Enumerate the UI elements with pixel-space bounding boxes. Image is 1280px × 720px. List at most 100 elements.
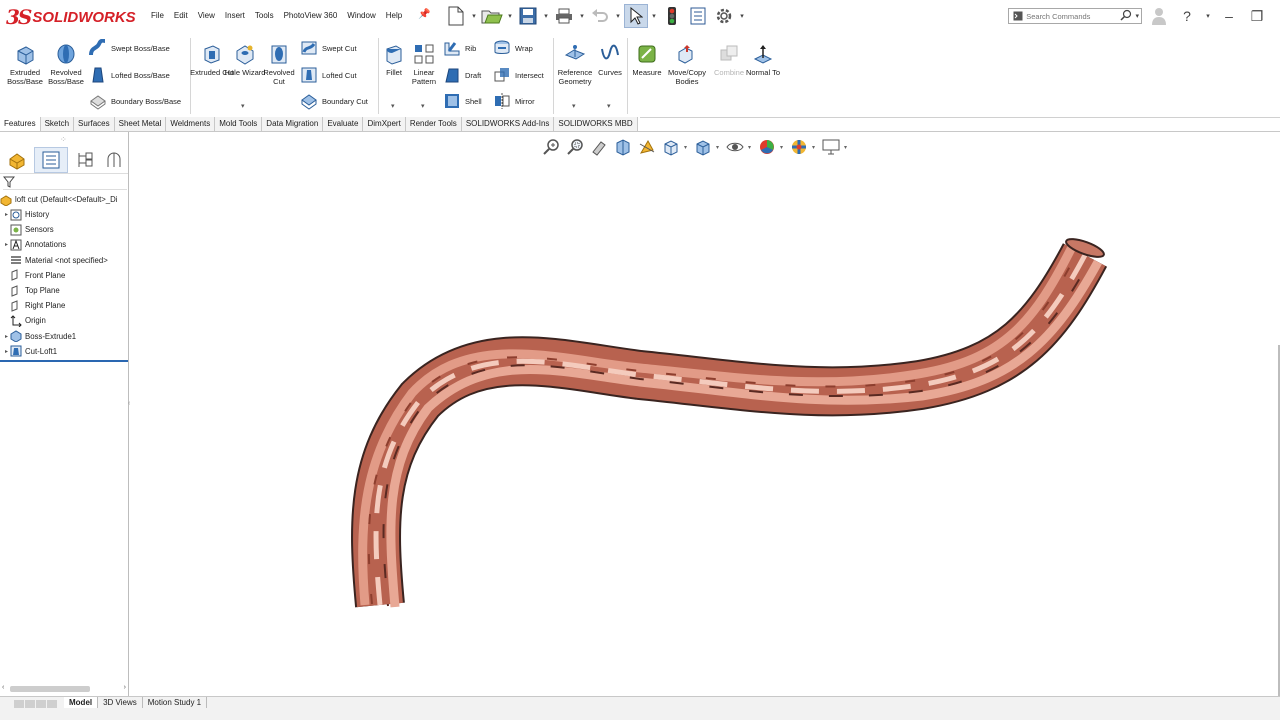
open-folder-icon[interactable] [480,4,504,28]
curves-dropdown-icon[interactable]: ▾ [607,102,611,110]
help-icon[interactable]: ? [1176,5,1198,27]
tree-item-origin[interactable]: Origin [0,313,128,328]
filter-icon[interactable] [2,176,16,188]
tree-item-cut-loft1[interactable]: ▸ Cut-Loft1 [0,344,128,359]
tree-item-sensors[interactable]: Sensors [0,222,128,237]
tab-sheet-metal[interactable]: Sheet Metal [114,117,167,132]
tab-weldments[interactable]: Weldments [166,117,216,132]
tree-horizontal-scrollbar[interactable]: ‹ › [2,684,126,694]
minimize-icon[interactable]: – [1218,5,1240,27]
menu-help[interactable]: Help [381,9,407,22]
revolved-boss-button[interactable]: Revolved Boss/Base [44,42,88,86]
linear-pattern-button[interactable]: Linear Pattern [402,42,446,86]
save-dropdown-icon[interactable]: ▾ [542,12,550,20]
scroll-right-icon[interactable]: › [124,684,126,691]
options-gear-icon[interactable] [712,4,736,28]
tab-evaluate[interactable]: Evaluate [323,117,364,132]
close-icon[interactable]: ✕ [1274,5,1280,27]
feature-manager-tab-icon[interactable] [0,147,34,173]
lofted-cut-button[interactable]: Lofted Cut [299,65,357,85]
tab-motion-study-1[interactable]: Motion Study 1 [142,697,208,708]
swept-boss-button[interactable]: Swept Boss/Base [88,38,170,58]
new-document-icon[interactable] [444,4,468,28]
open-dropdown-icon[interactable]: ▾ [506,12,514,20]
property-manager-tab-icon[interactable] [34,146,68,173]
expand-icon[interactable]: ▸ [3,241,10,248]
tab-mbd[interactable]: SOLIDWORKS MBD [554,117,638,132]
search-dropdown-icon[interactable]: ▾ [1133,12,1141,20]
graphics-area[interactable] [130,132,1280,696]
select-cursor-icon[interactable] [624,4,648,28]
shell-button[interactable]: Shell [442,91,482,111]
user-account-icon[interactable] [1148,5,1170,27]
menu-file[interactable]: File [146,9,169,22]
tree-root[interactable]: loft cut (Default<<Default>_Di [0,192,128,207]
configuration-manager-tab-icon[interactable] [68,147,102,173]
twisted-wire-model[interactable] [130,132,1280,696]
tree-item-annotations[interactable]: ▸ Annotations [0,237,128,252]
search-icon[interactable] [1120,9,1133,23]
tree-item-boss-extrude1[interactable]: ▸ Boss-Extrude1 [0,329,128,344]
normal-to-button[interactable]: Normal To [741,42,785,77]
tree-item-right-plane[interactable]: Right Plane [0,298,128,313]
file-properties-icon[interactable] [686,4,710,28]
scrollbar-thumb[interactable] [10,686,90,692]
search-scope-icon[interactable] [1011,9,1024,23]
restore-icon[interactable]: ❐ [1246,5,1268,27]
pin-menu-icon[interactable]: 📌 [418,9,430,20]
tab-render-tools[interactable]: Render Tools [405,117,462,132]
wrap-button[interactable]: Wrap [492,38,533,58]
prev-tab-icon[interactable] [25,700,35,708]
tab-surfaces[interactable]: Surfaces [74,117,115,132]
expand-icon[interactable]: ▸ [3,333,10,340]
rollback-bar[interactable] [0,360,128,362]
intersect-button[interactable]: Intersect [492,65,544,85]
menu-edit[interactable]: Edit [169,9,193,22]
menu-window[interactable]: Window [342,9,380,22]
move-copy-bodies-button[interactable]: Move/Copy Bodies [665,42,709,86]
tree-item-top-plane[interactable]: Top Plane [0,283,128,298]
tab-model[interactable]: Model [64,697,99,708]
tab-features[interactable]: Features [0,117,41,132]
mirror-button[interactable]: Mirror [492,91,535,111]
fillet-dropdown-icon[interactable]: ▾ [391,102,395,110]
pattern-dropdown-icon[interactable]: ▾ [421,102,425,110]
undo-dropdown-icon[interactable]: ▾ [614,12,622,20]
undo-icon[interactable] [588,4,612,28]
menu-view[interactable]: View [193,9,220,22]
tab-data-migration[interactable]: Data Migration [262,117,324,132]
solidworks-logo[interactable]: 3S SOLIDWORKS [6,4,136,30]
boundary-cut-button[interactable]: Boundary Cut [299,91,368,111]
tree-item-material[interactable]: Material <not specified> [0,253,128,268]
tab-dimxpert[interactable]: DimXpert [363,117,406,132]
first-tab-icon[interactable] [14,700,24,708]
pane-grip-icon[interactable]: ⁘ [60,135,67,144]
menu-insert[interactable]: Insert [220,9,250,22]
menu-tools[interactable]: Tools [250,9,279,22]
draft-button[interactable]: Draft [442,65,481,85]
expand-icon[interactable]: ▸ [3,348,10,355]
tree-item-front-plane[interactable]: Front Plane [0,268,128,283]
help-dropdown-icon[interactable]: ▾ [1204,12,1212,20]
tree-item-history[interactable]: ▸ History [0,207,128,222]
menu-photoview[interactable]: PhotoView 360 [279,9,343,22]
tab-3d-views[interactable]: 3D Views [98,697,143,708]
tab-mold-tools[interactable]: Mold Tools [215,117,263,132]
lofted-boss-button[interactable]: Lofted Boss/Base [88,65,170,85]
options-dropdown-icon[interactable]: ▾ [738,12,746,20]
dimxpert-tab-icon[interactable] [102,147,126,173]
tab-addins[interactable]: SOLIDWORKS Add-Ins [461,117,555,132]
hole-dropdown-icon[interactable]: ▾ [241,102,245,110]
reference-dropdown-icon[interactable]: ▾ [572,102,576,110]
revolved-cut-button[interactable]: Revolved Cut [257,42,301,86]
search-commands[interactable]: ▾ [1008,8,1142,24]
tab-sketch[interactable]: Sketch [40,117,75,132]
last-tab-icon[interactable] [47,700,57,708]
measure-button[interactable]: Measure [625,42,669,77]
next-tab-icon[interactable] [36,700,46,708]
boundary-boss-button[interactable]: Boundary Boss/Base [88,91,181,111]
rib-button[interactable]: Rib [442,38,476,58]
tab-scroll-buttons[interactable] [14,700,57,708]
select-dropdown-icon[interactable]: ▾ [650,12,658,20]
print-icon[interactable] [552,4,576,28]
